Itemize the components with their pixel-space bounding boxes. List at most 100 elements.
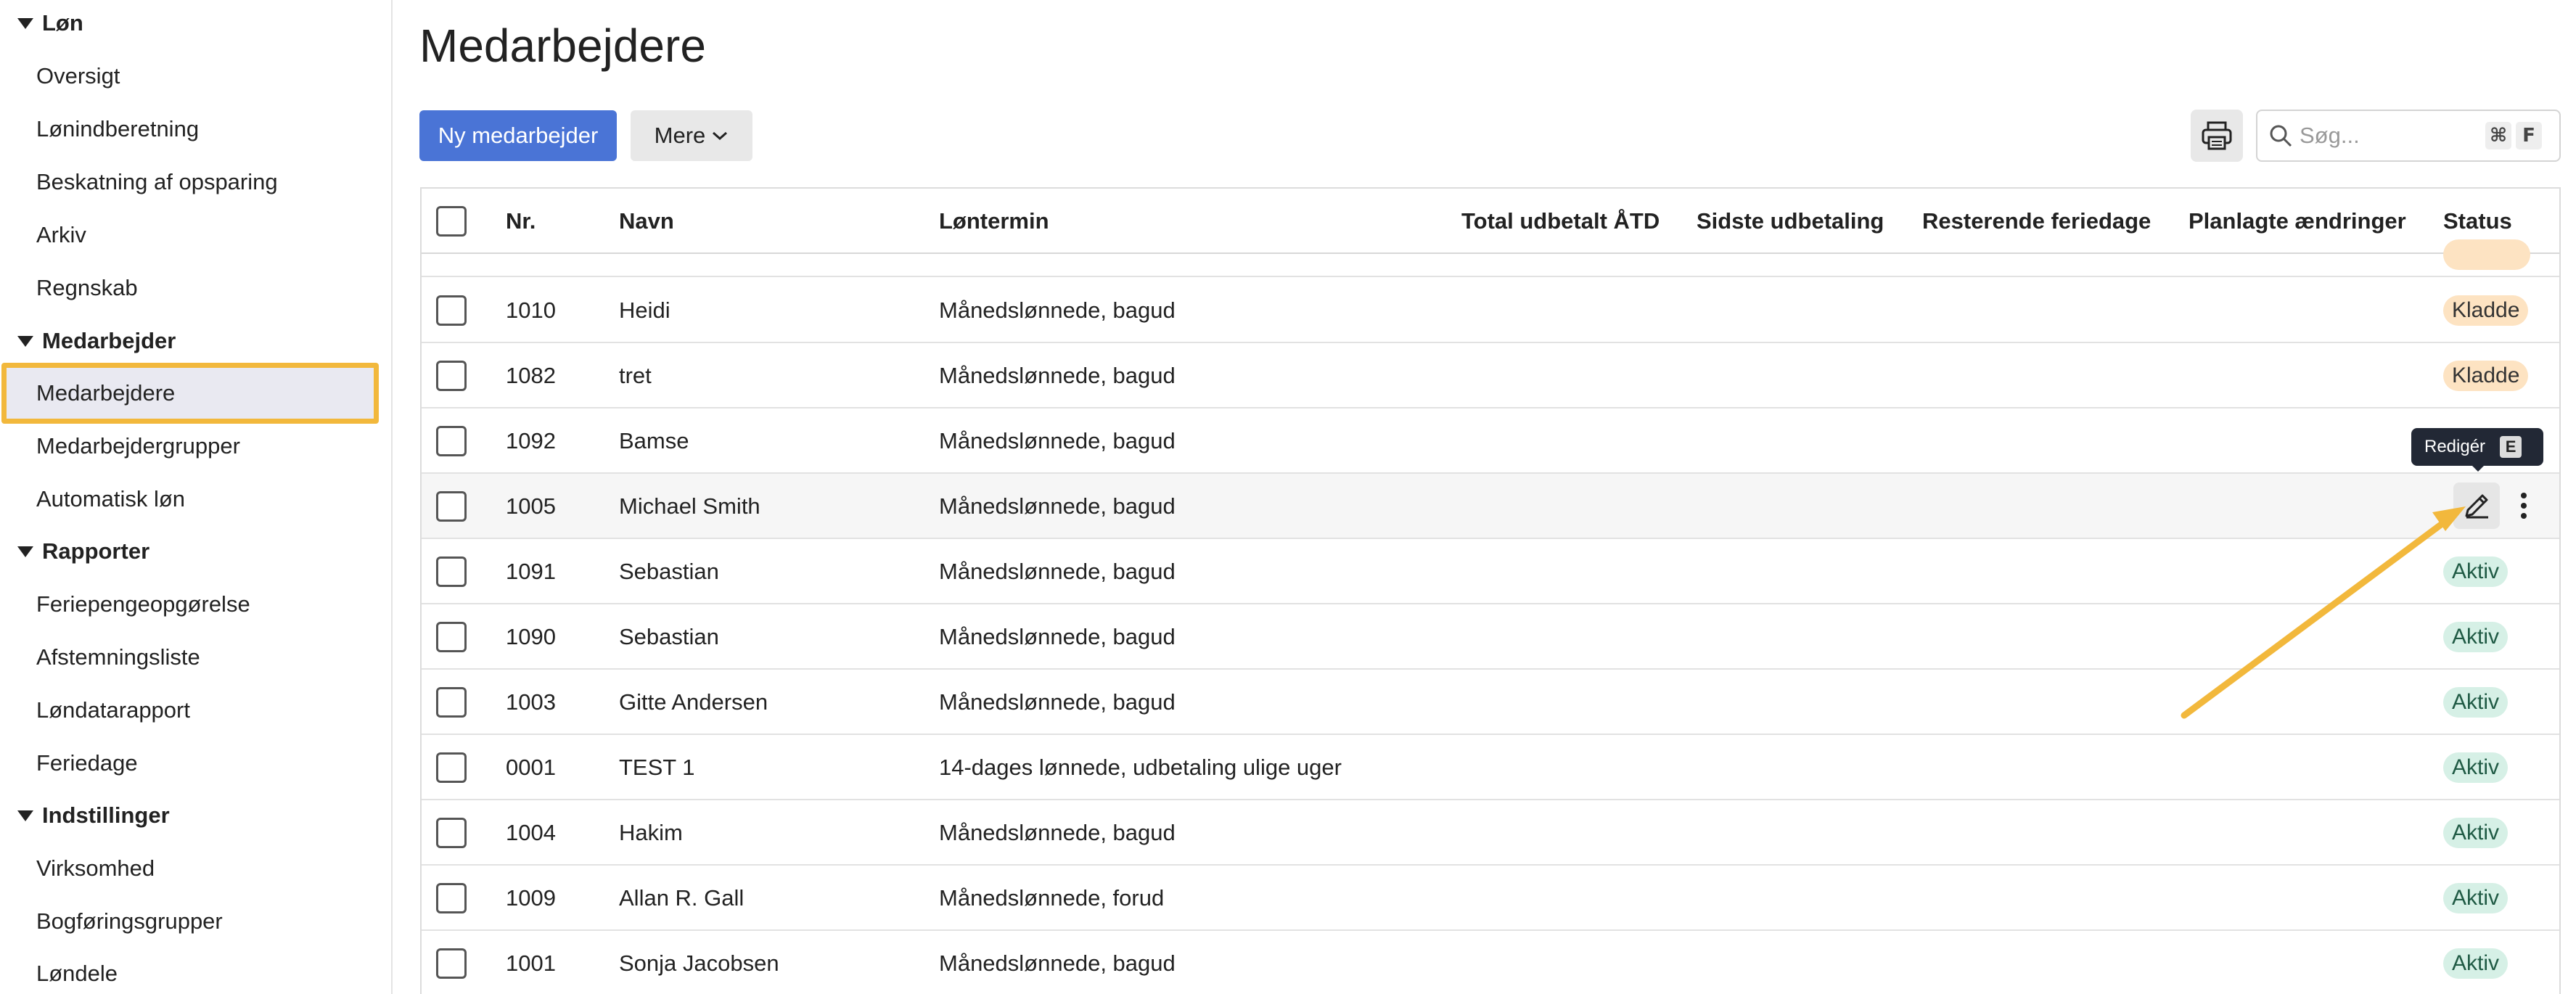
- column-lontermin[interactable]: Løntermin: [939, 189, 1049, 254]
- pencil-icon: [2465, 494, 2488, 519]
- shortcut-cmd-key: ⌘: [2485, 122, 2511, 149]
- sidebar-item-automatisk-lon[interactable]: Automatisk løn: [0, 477, 393, 521]
- cell-nr: 0001: [506, 755, 556, 780]
- cell-nr: 1010: [506, 297, 556, 323]
- cell-navn: Sebastian: [619, 559, 719, 584]
- sidebar-item-medarbejdere[interactable]: Medarbejdere: [1, 363, 379, 424]
- sidebar-item-beskatning[interactable]: Beskatning af opsparing: [0, 160, 393, 204]
- cell-nr: 1009: [506, 885, 556, 911]
- sidebar-section-rapporter[interactable]: Rapporter: [17, 530, 149, 573]
- print-button[interactable]: [2191, 110, 2243, 162]
- sidebar-item-londele[interactable]: Løndele: [0, 952, 393, 994]
- row-checkbox[interactable]: [436, 883, 467, 913]
- cell-lontermin: Månedslønnede, bagud: [939, 559, 1176, 584]
- cell-lontermin: Månedslønnede, bagud: [939, 363, 1176, 388]
- cell-navn: Heidi: [619, 297, 670, 323]
- cell-navn: Allan R. Gall: [619, 885, 745, 911]
- status-badge: Kladde: [2443, 361, 2529, 391]
- row-checkbox[interactable]: [436, 556, 467, 587]
- row-checkbox[interactable]: [436, 622, 467, 652]
- column-sidste-udbetaling[interactable]: Sidste udbetaling: [1697, 189, 1884, 254]
- cell-navn: Bamse: [619, 428, 689, 453]
- column-total-udbetalt[interactable]: Total udbetalt ÅTD: [1461, 189, 1660, 254]
- sidebar-item-medarbejdergrupper[interactable]: Medarbejdergrupper: [0, 424, 393, 468]
- sidebar-item-oversigt[interactable]: Oversigt: [0, 54, 393, 98]
- cell-nr: 1090: [506, 624, 556, 649]
- search-input[interactable]: [2300, 123, 2481, 149]
- table-row-hovered[interactable]: 1005 Michael Smith Månedslønnede, bagud: [422, 474, 2559, 539]
- more-button[interactable]: Mere: [631, 110, 752, 161]
- edit-button[interactable]: [2453, 482, 2500, 529]
- page-title: Medarbejdere: [419, 20, 706, 72]
- row-checkbox[interactable]: [436, 491, 467, 522]
- cell-lontermin: Månedslønnede, bagud: [939, 689, 1176, 715]
- cell-lontermin: Månedslønnede, bagud: [939, 950, 1176, 976]
- tooltip-label: Redigér: [2424, 437, 2486, 456]
- cell-navn: Sonja Jacobsen: [619, 950, 779, 976]
- chevron-down-icon: [713, 131, 728, 141]
- sidebar-section-medarbejder[interactable]: Medarbejder: [17, 319, 176, 363]
- column-navn[interactable]: Navn: [619, 189, 674, 254]
- sidebar: Løn Oversigt Lønindberetning Beskatning …: [0, 0, 393, 994]
- table-row[interactable]: 1092 Bamse Månedslønnede, bagud: [422, 408, 2559, 474]
- sidebar-item-afstemningsliste[interactable]: Afstemningsliste: [0, 636, 393, 679]
- table-row[interactable]: 1004 Hakim Månedslønnede, bagud Aktiv: [422, 800, 2559, 866]
- printer-icon: [2202, 121, 2232, 150]
- table-row[interactable]: 0001 TEST 1 14-dages lønnede, udbetaling…: [422, 735, 2559, 800]
- cell-lontermin: 14-dages lønnede, udbetaling ulige uger: [939, 755, 1342, 780]
- status-badge: Aktiv: [2443, 622, 2509, 652]
- cell-navn: tret: [619, 363, 652, 388]
- row-checkbox[interactable]: [436, 687, 467, 718]
- table-row[interactable]: 1009 Allan R. Gall Månedslønnede, forud …: [422, 866, 2559, 931]
- status-badge: Aktiv: [2443, 687, 2509, 718]
- cell-nr: 1091: [506, 559, 556, 584]
- tooltip-shortcut-key: E: [2500, 436, 2522, 458]
- sidebar-item-lonindberetning[interactable]: Lønindberetning: [0, 107, 393, 151]
- sidebar-section-indstillinger[interactable]: Indstillinger: [17, 794, 170, 837]
- cell-navn: TEST 1: [619, 755, 695, 780]
- table-row[interactable]: 1001 Sonja Jacobsen Månedslønnede, bagud…: [422, 931, 2559, 994]
- row-checkbox[interactable]: [436, 948, 467, 979]
- column-planlagte-aendringer[interactable]: Planlagte ændringer: [2189, 189, 2406, 254]
- more-options-icon[interactable]: [2513, 482, 2535, 529]
- new-employee-button[interactable]: Ny medarbejder: [419, 110, 617, 161]
- status-badge: Kladde: [2443, 295, 2529, 326]
- column-resterende-feriedage[interactable]: Resterende feriedage: [1922, 189, 2151, 254]
- sidebar-item-bogforingsgrupper[interactable]: Bogføringsgrupper: [0, 900, 393, 943]
- status-badge: Aktiv: [2443, 948, 2509, 979]
- cell-lontermin: Månedslønnede, forud: [939, 885, 1165, 911]
- table-row[interactable]: 1003 Gitte Andersen Månedslønnede, bagud…: [422, 670, 2559, 735]
- search-box[interactable]: ⌘ F: [2256, 110, 2561, 162]
- more-button-label: Mere: [654, 123, 706, 148]
- row-checkbox[interactable]: [436, 426, 467, 456]
- table-row[interactable]: 1082 tret Månedslønnede, bagud Kladde: [422, 343, 2559, 408]
- caret-down-icon: [17, 810, 33, 821]
- sidebar-item-feriedage[interactable]: Feriedage: [0, 742, 393, 785]
- table-row[interactable]: 1091 Sebastian Månedslønnede, bagud Akti…: [422, 539, 2559, 604]
- sidebar-section-lon[interactable]: Løn: [17, 1, 83, 45]
- row-checkbox[interactable]: [436, 361, 467, 391]
- sidebar-section-label: Løn: [42, 10, 83, 36]
- cell-lontermin: Månedslønnede, bagud: [939, 493, 1176, 519]
- sidebar-item-virksomhed[interactable]: Virksomhed: [0, 847, 393, 890]
- search-icon: [2270, 125, 2292, 147]
- cell-lontermin: Månedslønnede, bagud: [939, 297, 1176, 323]
- table-row[interactable]: 1090 Sebastian Månedslønnede, bagud Akti…: [422, 604, 2559, 670]
- employees-table: Nr. Navn Løntermin Total udbetalt ÅTD Si…: [420, 187, 2561, 994]
- sidebar-item-feriepengeopgorelse[interactable]: Feriepengeopgørelse: [0, 583, 393, 626]
- sidebar-item-regnskab[interactable]: Regnskab: [0, 266, 393, 310]
- sidebar-section-label: Medarbejder: [42, 328, 176, 353]
- caret-down-icon: [17, 17, 33, 29]
- sidebar-item-arkiv[interactable]: Arkiv: [0, 213, 393, 257]
- cell-nr: 1001: [506, 950, 556, 976]
- column-nr[interactable]: Nr.: [506, 189, 536, 254]
- table-row[interactable]: 1010 Heidi Månedslønnede, bagud Kladde: [422, 278, 2559, 343]
- row-checkbox[interactable]: [436, 295, 467, 326]
- status-badge: Aktiv: [2443, 818, 2509, 848]
- row-checkbox[interactable]: [436, 752, 467, 783]
- select-all-checkbox[interactable]: [436, 206, 467, 237]
- row-checkbox[interactable]: [436, 818, 467, 848]
- cell-lontermin: Månedslønnede, bagud: [939, 428, 1176, 453]
- sidebar-item-londatarapport[interactable]: Løndatarapport: [0, 689, 393, 732]
- status-badge: Aktiv: [2443, 883, 2509, 913]
